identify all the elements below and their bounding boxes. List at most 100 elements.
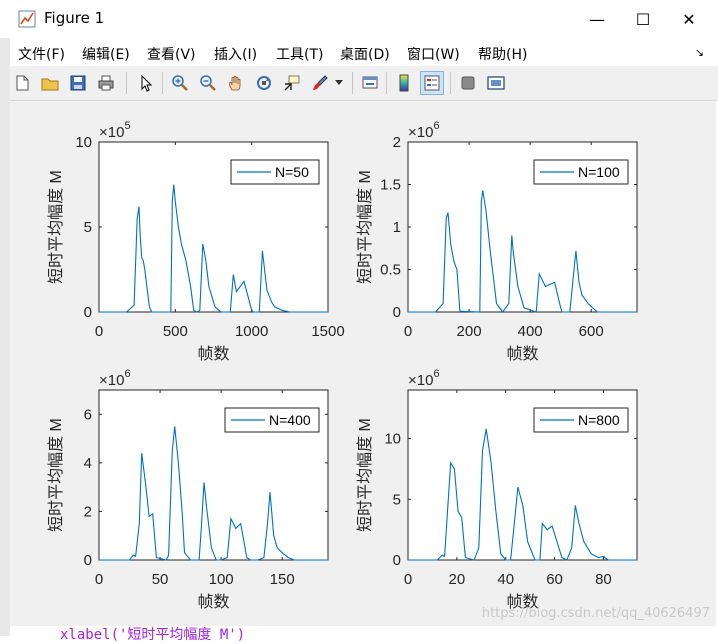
x-tick-label: 0: [404, 571, 412, 588]
y-axis-label: 短时平均幅度 M: [47, 418, 65, 532]
menu-tools[interactable]: 工具(T): [276, 44, 323, 64]
rotate-3d-icon[interactable]: [252, 71, 276, 95]
dock-arrow-icon[interactable]: ↘: [695, 46, 704, 59]
figure-canvas: 0 500 1000 1500 0 5 10 ×105 帧数 短时平均幅度 M N=50 0 200 40…: [10, 101, 716, 626]
title-bar: Figure 1 — ☐ ✕: [0, 0, 718, 38]
x-tick-label: 40: [497, 571, 514, 588]
x-tick-label: 20: [449, 571, 466, 588]
x-axis-label: 帧数: [197, 345, 229, 363]
window-title: Figure 1: [44, 9, 105, 27]
y-tick-label: 0: [84, 304, 92, 321]
zoom-in-icon[interactable]: [168, 71, 192, 95]
legend[interactable]: N=400: [224, 407, 320, 433]
y-exponent-power: 6: [124, 368, 130, 380]
print-icon[interactable]: [94, 71, 118, 95]
y-tick-label: 10: [75, 134, 92, 151]
y-exponent-label: ×105: [99, 120, 131, 141]
y-tick-label: 0: [84, 552, 92, 569]
x-tick-label: 80: [595, 571, 612, 588]
toolbar-separator: [386, 72, 387, 94]
legend-label: N=400: [269, 412, 311, 428]
minimize-button[interactable]: —: [574, 0, 620, 38]
menu-insert[interactable]: 插入(I): [214, 44, 257, 64]
menu-edit[interactable]: 编辑(E): [82, 44, 130, 64]
x-tick-label: 0: [95, 571, 103, 588]
close-button[interactable]: ✕: [666, 0, 712, 38]
menu-help[interactable]: 帮助(H): [478, 44, 527, 64]
open-icon[interactable]: [38, 71, 62, 95]
y-tick-label: 6: [84, 406, 92, 423]
subplot-grid[interactable]: 0 500 1000 15000510×105帧数短时平均幅度 M N=500 200 40…: [10, 101, 716, 626]
y-tick-label: 2: [84, 503, 92, 520]
hide-plot-tools-icon[interactable]: [456, 71, 480, 95]
menu-desktop[interactable]: 桌面(D): [340, 44, 390, 64]
y-tick-label: 10: [384, 431, 401, 448]
x-tick-label: 50: [152, 571, 169, 588]
subplot-2[interactable]: 0 200 400 600 0 0.5 1 1.5 2 ×106 帧数 短时平均幅度 M N=100: [356, 120, 638, 363]
menu-bar: 文件(F) 编辑(E) 查看(V) 插入(I) 工具(T) 桌面(D) 窗口(W…: [0, 38, 718, 66]
y-tick-label: 1.5: [380, 177, 401, 194]
y-tick-label: 2: [393, 134, 401, 151]
legend[interactable]: N=100: [533, 159, 629, 185]
legend-label: N=800: [578, 412, 620, 428]
x-tick-label: 100: [209, 571, 234, 588]
maximize-button[interactable]: ☐: [620, 0, 666, 38]
y-exponent-power: 5: [124, 120, 130, 132]
data-cursor-icon[interactable]: [280, 71, 304, 95]
menu-view[interactable]: 查看(V): [147, 44, 196, 64]
x-axis-label: 帧数: [506, 345, 538, 363]
brush-icon[interactable]: [308, 71, 332, 95]
legend-label: N=100: [578, 164, 620, 180]
toolbar-separator: [450, 72, 451, 94]
y-tick-label: 5: [84, 219, 92, 236]
legend[interactable]: N=800: [533, 407, 629, 433]
subplot-1[interactable]: 0 500 1000 1500 0 5 10 ×105 帧数 短时平均幅度 M N=50: [47, 120, 345, 363]
y-exponent-label: ×106: [408, 368, 440, 389]
y-axis-label: 短时平均幅度 M: [356, 170, 374, 284]
toolbar-separator: [126, 72, 127, 94]
menu-window[interactable]: 窗口(W): [407, 44, 460, 64]
y-exponent-power: 6: [433, 120, 439, 132]
y-axis-label: 短时平均幅度 M: [47, 170, 65, 284]
brush-dropdown-icon[interactable]: [332, 71, 346, 95]
toolbar-separator: [162, 72, 163, 94]
new-figure-icon[interactable]: [10, 71, 34, 95]
y-tick-label: 0: [393, 552, 401, 569]
legend-label: N=50: [275, 164, 309, 180]
subplot-4[interactable]: 0 20 40 60 800510×106帧数短时平均幅度 M N=800: [356, 368, 638, 611]
x-tick-label: 60: [546, 571, 563, 588]
y-exponent-label: ×106: [408, 120, 440, 141]
x-axis-label: 帧数: [197, 593, 229, 611]
background-editor-edge: [0, 38, 10, 636]
zoom-out-icon[interactable]: [196, 71, 220, 95]
x-tick-label: 400: [518, 323, 543, 340]
menu-file[interactable]: 文件(F): [18, 44, 65, 64]
y-tick-label: 4: [84, 455, 92, 472]
watermark-text: https://blog.csdn.net/qq_40626497: [481, 606, 710, 621]
y-exponent-label: ×106: [99, 368, 131, 389]
y-exponent-power: 6: [433, 368, 439, 380]
x-tick-label: 1000: [235, 323, 268, 340]
legend-icon[interactable]: [420, 71, 444, 95]
y-tick-label: 0: [393, 304, 401, 321]
legend[interactable]: N=50: [230, 159, 320, 185]
pan-icon[interactable]: [224, 71, 248, 95]
x-tick-label: 1500: [311, 323, 344, 340]
y-tick-label: 5: [393, 491, 401, 508]
save-icon[interactable]: [66, 71, 90, 95]
x-tick-label: 0: [404, 323, 412, 340]
matlab-figure-icon: [18, 10, 36, 28]
y-axis-label: 短时平均幅度 M: [356, 418, 374, 532]
show-plot-tools-icon[interactable]: [484, 71, 508, 95]
pointer-icon[interactable]: [134, 71, 158, 95]
figure-toolbar: [0, 66, 718, 101]
subplot-3[interactable]: 0 50 100 1500246×106帧数短时平均幅度 M N=400: [47, 368, 329, 611]
x-tick-label: 500: [163, 323, 188, 340]
colorbar-icon[interactable]: [392, 71, 416, 95]
toolbar-separator: [352, 72, 353, 94]
x-tick-label: 150: [270, 571, 295, 588]
link-plot-icon[interactable]: [358, 71, 382, 95]
x-tick-label: 600: [579, 323, 604, 340]
y-tick-label: 1: [393, 219, 401, 236]
x-tick-label: 0: [95, 323, 103, 340]
